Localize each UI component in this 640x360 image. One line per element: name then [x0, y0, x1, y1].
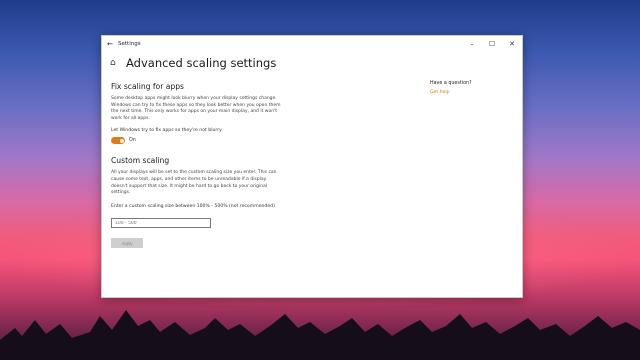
main-content: Fix scaling for apps Some desktop apps m…: [111, 82, 281, 249]
home-icon[interactable]: ⌂: [110, 58, 124, 68]
fix-scaling-heading: Fix scaling for apps: [111, 82, 184, 91]
back-arrow-icon[interactable]: ←: [102, 40, 118, 48]
page-title: Advanced scaling settings: [126, 56, 277, 70]
fix-scaling-toggle-label: Let Windows try to fix apps so they're n…: [111, 128, 222, 134]
toggle-knob: [119, 138, 124, 143]
minimize-button[interactable]: –: [462, 36, 482, 52]
help-question: Have a question?: [430, 81, 472, 86]
window-title: Settings: [118, 41, 141, 47]
close-button[interactable]: ✕: [502, 36, 522, 52]
get-help-link[interactable]: Get help: [430, 90, 472, 95]
page-header: ⌂ Advanced scaling settings: [110, 56, 276, 70]
fix-apps-toggle[interactable]: [111, 137, 125, 145]
custom-scaling-description: All your displays will be set to the cus…: [111, 170, 277, 196]
toggle-state: On: [129, 138, 136, 144]
fix-scaling-toggle-row: On: [111, 137, 281, 145]
apply-button[interactable]: Apply: [111, 238, 143, 249]
settings-window: ← Settings – ☐ ✕ ⌂ Advanced scaling sett…: [101, 35, 523, 298]
help-panel: Have a question? Get help: [430, 81, 472, 95]
custom-scaling-input[interactable]: [111, 218, 211, 229]
maximize-button[interactable]: ☐: [482, 36, 502, 52]
custom-scaling-input-label: Enter a custom scaling size between 100%…: [111, 203, 275, 209]
title-bar: ← Settings – ☐ ✕: [102, 36, 522, 52]
fix-scaling-description: Some desktop apps might look blurry when…: [111, 96, 281, 121]
custom-scaling-heading: Custom scaling: [111, 156, 170, 166]
